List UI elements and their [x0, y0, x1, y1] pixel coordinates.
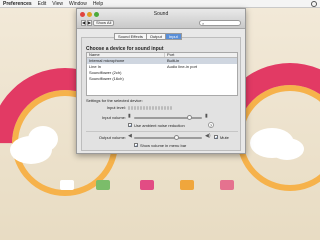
tab-input[interactable]: Input — [165, 33, 182, 40]
speaker-high-icon: ◀) — [205, 133, 211, 139]
tab-sound-effects[interactable]: Sound Effects — [114, 33, 147, 40]
meter-segment — [146, 106, 148, 110]
column-port[interactable]: Port — [165, 53, 174, 57]
microphone-high-icon: ▮ — [205, 113, 208, 119]
meter-segment — [158, 106, 160, 110]
device-port — [165, 76, 167, 82]
menu-edit[interactable]: Edit — [38, 1, 47, 7]
meter-segment — [131, 106, 133, 110]
desktop-tile[interactable] — [140, 180, 154, 190]
help-button[interactable]: ? — [208, 122, 214, 128]
cloud — [270, 138, 304, 160]
desktop-tile[interactable] — [180, 180, 194, 190]
show-all-button[interactable]: Show All — [93, 20, 115, 26]
settings-label: Settings for the selected device: — [86, 98, 143, 103]
meter-segment — [161, 106, 163, 110]
column-name[interactable]: Name — [87, 53, 165, 57]
menu-bar-volume-label: Show volume in menu bar — [140, 143, 187, 148]
menu-help[interactable]: Help — [93, 1, 103, 7]
speaker-low-icon: ◀ — [128, 133, 132, 139]
menu-view[interactable]: View — [52, 1, 63, 7]
tab-output[interactable]: Output — [146, 33, 166, 40]
input-volume-knob[interactable] — [187, 115, 193, 120]
meter-segment — [149, 106, 151, 110]
desktop-tile[interactable] — [96, 180, 110, 190]
meter-segment — [140, 106, 142, 110]
device-port: Audio line-in port — [167, 64, 198, 69]
input-volume-label: Input volume: — [101, 115, 126, 120]
meter-segment — [152, 106, 154, 110]
mute-checkbox[interactable]: ✓ — [214, 135, 218, 140]
noise-reduction-checkbox[interactable]: ✓ — [128, 123, 132, 128]
meter-segment — [143, 106, 145, 110]
device-name: Soundflower (16ch) — [89, 76, 124, 81]
meter-segment — [170, 106, 172, 110]
meter-segment — [134, 106, 136, 110]
meter-segment — [128, 106, 130, 110]
desktop-tile[interactable] — [60, 180, 74, 190]
sound-preferences-window: Sound ◀ ▶ Show All ⌕ Choose a device for… — [76, 8, 246, 154]
mute-label: Mute — [220, 135, 229, 140]
spotlight-icon[interactable] — [311, 0, 317, 7]
show-all-label: Show All — [96, 20, 112, 25]
menubar: Preferences Edit View Window Help — [0, 0, 320, 8]
forward-arrow-icon[interactable]: ▶ — [87, 20, 92, 26]
device-table[interactable]: Name Port Internal microphone Built-in L… — [86, 52, 238, 96]
menu-app-name[interactable]: Preferences — [3, 1, 32, 7]
input-panel: Choose a device for sound input Name Por… — [81, 37, 241, 151]
output-volume-slider[interactable] — [134, 137, 202, 139]
output-volume-label: Output volume: — [98, 135, 126, 140]
meter-segment — [155, 106, 157, 110]
meter-segment — [164, 106, 166, 110]
tab-bar: Sound Effects Output Input — [114, 33, 182, 40]
search-input[interactable]: ⌕ — [199, 20, 241, 26]
window-titlebar: Sound ◀ ▶ Show All ⌕ — [77, 9, 245, 29]
microphone-low-icon: ▮ — [128, 113, 131, 119]
noise-reduction-label: Use ambient noise reduction — [134, 123, 185, 128]
back-arrow-icon[interactable]: ◀ — [81, 20, 86, 26]
table-row[interactable]: Soundflower (16ch) — [87, 76, 237, 82]
meter-segment — [137, 106, 139, 110]
input-level-meter — [128, 106, 172, 110]
divider — [86, 131, 238, 132]
window-title: Sound — [153, 11, 169, 17]
input-level-label: Input level: — [106, 105, 126, 110]
menu-window[interactable]: Window — [69, 1, 87, 7]
cloud — [28, 126, 58, 152]
meter-segment — [167, 106, 169, 110]
output-volume-knob[interactable] — [173, 135, 179, 140]
search-icon: ⌕ — [202, 21, 205, 26]
menu-bar-volume-checkbox[interactable]: ✓ — [134, 143, 138, 148]
desktop-tile[interactable] — [220, 180, 234, 190]
